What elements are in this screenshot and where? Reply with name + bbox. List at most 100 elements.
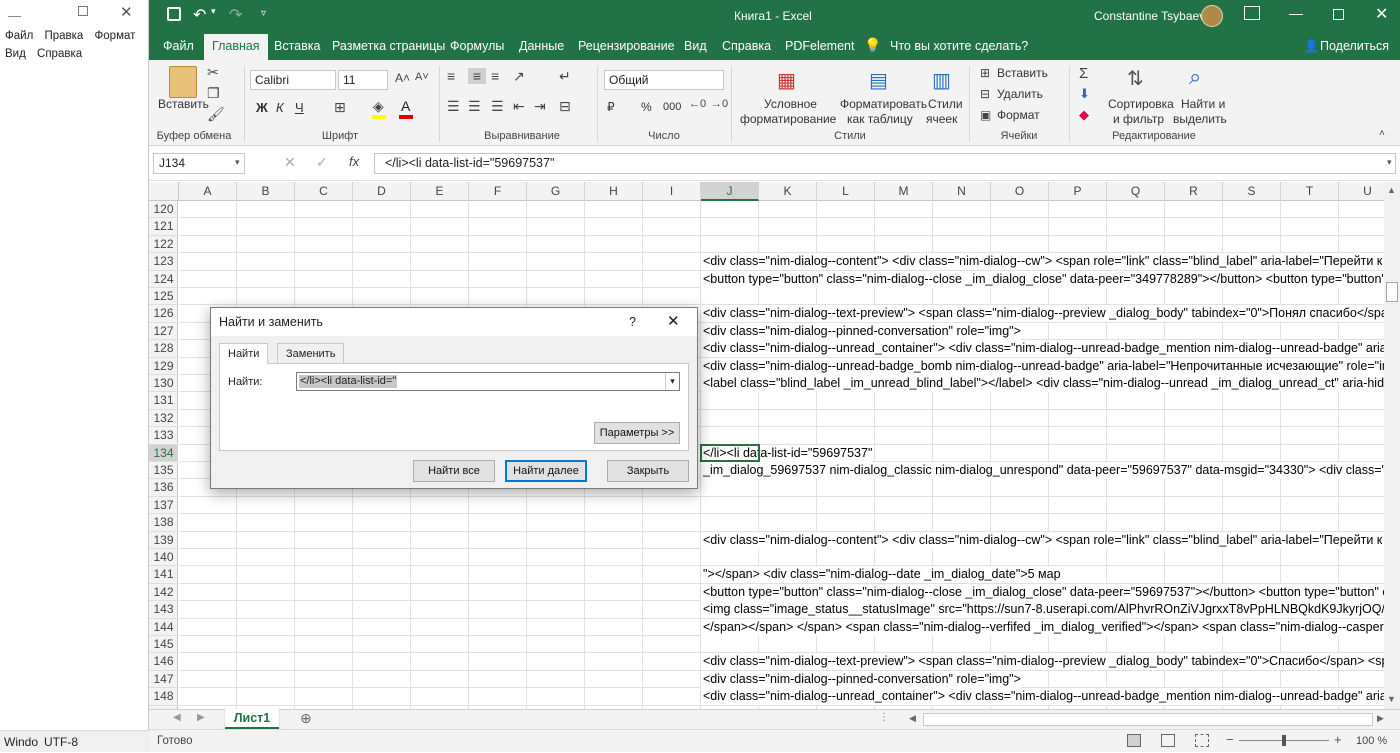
vertical-scroll-thumb[interactable]	[1386, 282, 1398, 302]
row-header-135[interactable]: 135	[149, 462, 178, 480]
column-header-h[interactable]: H	[585, 182, 643, 201]
row-header-142[interactable]: 142	[149, 584, 178, 602]
close-icon[interactable]: ✕	[1375, 4, 1388, 24]
format-as-table-line1[interactable]: Форматировать	[840, 97, 927, 111]
thousands-button[interactable]: 000	[663, 101, 681, 113]
format-cells-button[interactable]: Формат	[997, 108, 1040, 122]
percent-button[interactable]: %	[641, 100, 652, 114]
notepad-minimize-icon[interactable]: —	[8, 8, 21, 23]
conditional-format-line2[interactable]: форматирование	[740, 112, 836, 126]
align-top-icon[interactable]: ≡	[447, 68, 455, 84]
conditional-format-line1[interactable]: Условное	[764, 97, 817, 111]
row-header-120[interactable]: 120	[149, 201, 178, 219]
cell-j148[interactable]: <div class="nim-dialog--unread_container…	[701, 688, 1384, 706]
cell-j135[interactable]: _im_dialog_59697537 nim-dialog_classic n…	[701, 462, 1384, 479]
cell-j129[interactable]: <div class="nim-dialog--unread-badge_bom…	[701, 357, 1384, 375]
fill-icon[interactable]: ⬇	[1079, 86, 1090, 102]
notepad-menu-file[interactable]: Файл	[5, 30, 33, 42]
horizontal-scroll-thumb[interactable]	[923, 713, 1373, 726]
column-header-d[interactable]: D	[353, 182, 411, 201]
insert-function-icon[interactable]: fx	[349, 154, 359, 169]
tell-me-search[interactable]: Что вы хотите сделать?	[882, 32, 1036, 60]
find-all-button[interactable]: Найти все	[413, 460, 495, 482]
find-history-dropdown-icon[interactable]: ▾	[665, 373, 679, 390]
cell-j147[interactable]: <div class="nim-dialog--pinned-conversat…	[701, 670, 1021, 688]
merge-center-icon[interactable]: ⊟	[559, 98, 571, 115]
copy-icon[interactable]: ❐	[207, 85, 220, 102]
column-header-f[interactable]: F	[469, 182, 527, 201]
cell-j141[interactable]: "></span> <div class="nim-dialog--date _…	[701, 566, 1061, 584]
row-header-148[interactable]: 148	[149, 688, 178, 706]
dialog-close-icon[interactable]: ✕	[667, 308, 680, 336]
cell-j126[interactable]: <div class="nim-dialog--text-preview"> <…	[701, 305, 1384, 323]
scroll-left-icon[interactable]: ◀	[909, 713, 916, 724]
column-header-r[interactable]: R	[1165, 182, 1223, 201]
tab-split-icon[interactable]: ⋮	[879, 712, 889, 723]
collapse-ribbon-icon[interactable]: ˄	[1379, 128, 1385, 139]
cut-icon[interactable]: ✂	[207, 64, 219, 81]
delete-cells-button[interactable]: Удалить	[997, 87, 1043, 101]
font-color-icon[interactable]: A	[401, 98, 410, 114]
notepad-close-icon[interactable]: ✕	[120, 3, 133, 21]
column-header-p[interactable]: P	[1049, 182, 1107, 201]
options-button[interactable]: Параметры >>	[594, 422, 680, 444]
align-right-icon[interactable]: ☰	[491, 98, 504, 115]
tab-data[interactable]: Данные	[511, 32, 572, 60]
cell-j123[interactable]: <div class="nim-dialog--content"> <div c…	[701, 253, 1384, 271]
row-header-139[interactable]: 139	[149, 532, 178, 549]
select-all-corner[interactable]	[149, 182, 179, 201]
shrink-font-icon[interactable]: A˅	[415, 71, 429, 83]
column-header-o[interactable]: O	[991, 182, 1049, 201]
format-painter-icon[interactable]: 🖌	[207, 106, 225, 123]
page-break-view-icon[interactable]	[1195, 734, 1209, 747]
user-name[interactable]: Constantine Tsybaev	[1094, 9, 1205, 23]
tab-page-layout[interactable]: Разметка страницы	[324, 32, 453, 60]
sort-filter-line1[interactable]: Сортировка	[1108, 97, 1174, 111]
tab-insert[interactable]: Вставка	[266, 32, 328, 60]
scroll-up-icon[interactable]: ▲	[1387, 185, 1396, 195]
row-header-125[interactable]: 125	[149, 288, 178, 306]
add-sheet-icon[interactable]: ⊕	[300, 710, 312, 727]
page-layout-view-icon[interactable]	[1161, 734, 1175, 747]
active-cell-j134[interactable]	[700, 443, 760, 462]
row-header-137[interactable]: 137	[149, 497, 178, 515]
ribbon-display-icon[interactable]	[1244, 6, 1260, 20]
zoom-level[interactable]: 100 %	[1356, 735, 1387, 747]
row-header-128[interactable]: 128	[149, 340, 178, 358]
sheet-tab-1[interactable]: Лист1	[225, 709, 279, 729]
expand-formula-icon[interactable]: ▾	[1387, 157, 1392, 168]
row-header-130[interactable]: 130	[149, 375, 178, 393]
find-next-button[interactable]: Найти далее	[505, 460, 587, 482]
row-header-147[interactable]: 147	[149, 671, 178, 689]
zoom-slider-thumb[interactable]	[1282, 735, 1286, 746]
cell-j143[interactable]: <img class="image_status__statusImage" s…	[701, 601, 1384, 619]
font-name-combo[interactable]: Calibri	[250, 70, 336, 90]
row-header-144[interactable]: 144	[149, 619, 178, 636]
align-left-icon[interactable]: ☰	[447, 98, 460, 115]
tab-review[interactable]: Рецензирование	[570, 32, 683, 60]
notepad-menu-format[interactable]: Формат	[95, 30, 136, 42]
italic-button[interactable]: К	[276, 100, 284, 115]
notepad-menu-view[interactable]: Вид	[5, 48, 26, 60]
row-header-141[interactable]: 141	[149, 566, 178, 584]
tab-formulas[interactable]: Формулы	[442, 32, 512, 60]
column-header-t[interactable]: T	[1281, 182, 1339, 201]
help-button[interactable]: ?	[629, 308, 636, 336]
row-header-131[interactable]: 131	[149, 392, 178, 410]
grow-font-icon[interactable]: A˄	[395, 71, 410, 85]
column-header-n[interactable]: N	[933, 182, 991, 201]
cancel-entry-icon[interactable]: ✕	[284, 154, 296, 171]
cell-j127[interactable]: <div class="nim-dialog--pinned-conversat…	[701, 322, 1021, 340]
cell-j124[interactable]: <button type="button" class="nim-dialog-…	[701, 270, 1384, 288]
borders-icon[interactable]: ⊞	[334, 99, 346, 116]
clear-icon[interactable]: ◆	[1079, 107, 1089, 123]
normal-view-icon[interactable]	[1127, 734, 1141, 747]
font-size-combo[interactable]: 11	[338, 70, 388, 90]
row-header-136[interactable]: 136	[149, 479, 178, 497]
undo-icon[interactable]: ↶	[193, 5, 206, 25]
column-header-q[interactable]: Q	[1107, 182, 1165, 201]
column-header-m[interactable]: M	[875, 182, 933, 201]
scroll-right-icon[interactable]: ▶	[1377, 713, 1384, 724]
wrap-text-icon[interactable]: ↵	[559, 68, 571, 85]
cell-j142[interactable]: <button type="button" class="nim-dialog-…	[701, 583, 1384, 601]
